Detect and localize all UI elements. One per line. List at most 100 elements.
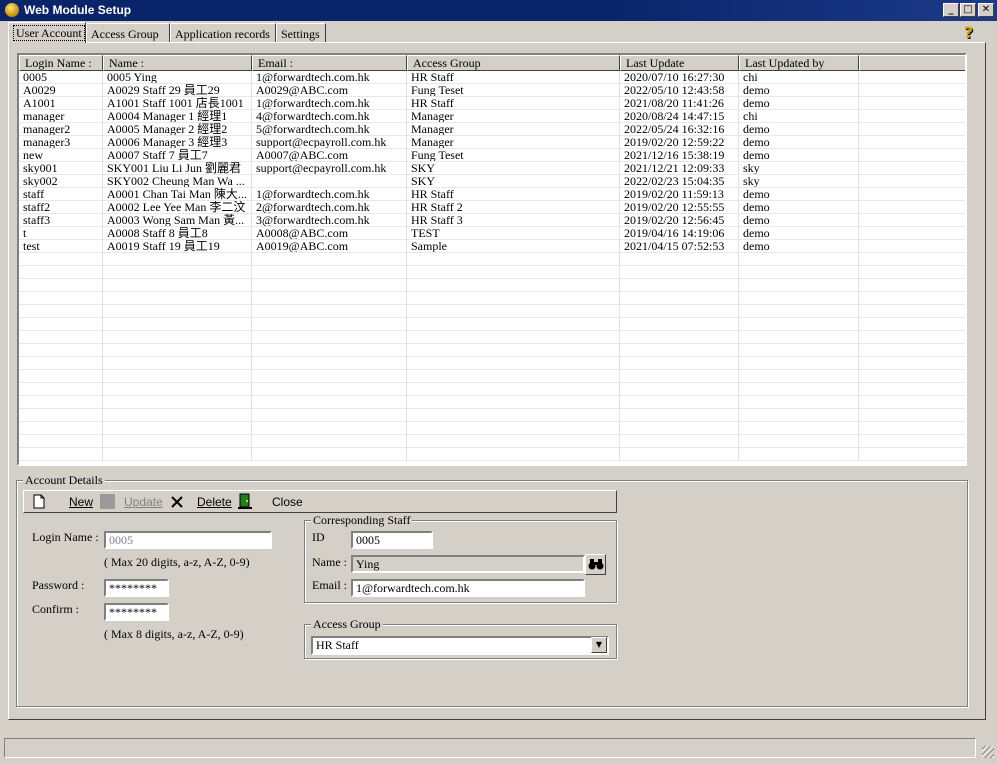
table-cell: 0005: [19, 71, 103, 84]
table-row[interactable]: staff A0001 Chan Tai Man 陳大... 1@forwardte…: [19, 188, 965, 201]
access-group-select[interactable]: HR Staff: [311, 636, 609, 655]
table-cell: [252, 175, 407, 188]
table-row[interactable]: new A0007 Staff 7 員工7 A0007@ABC.com Fung Te…: [19, 149, 965, 162]
empty-row: [19, 292, 965, 305]
table-cell: [19, 370, 103, 383]
table-row[interactable]: manager2 A0005 Manager 2 經理2 5@forwardtech…: [19, 123, 965, 136]
table-cell: [19, 266, 103, 279]
table-cell: [859, 97, 965, 110]
table-cell: [859, 422, 965, 435]
table-cell: 1@forwardtech.com.hk: [252, 71, 407, 84]
column-header[interactable]: Email :: [252, 55, 407, 71]
table-cell: new: [19, 149, 103, 162]
staff-email-label: Email :: [312, 578, 347, 592]
resize-grip[interactable]: [982, 746, 994, 758]
table-cell: [103, 292, 252, 305]
table-row[interactable]: staff3 A0003 Wong Sam Man 黃... 3@forwardte…: [19, 214, 965, 227]
table-cell: sky002: [19, 175, 103, 188]
staff-email-input[interactable]: 1@forwardtech.com.hk: [351, 579, 585, 597]
title-bar: Web Module Setup _ □ ✕: [0, 0, 997, 21]
table-cell: sky: [739, 175, 859, 188]
table-row[interactable]: sky002 SKY002 Cheung Man Wa ... SKY 2022/02…: [19, 175, 965, 188]
confirm-password-input[interactable]: ********: [104, 603, 169, 621]
table-cell: [252, 253, 407, 266]
login-name-hint: ( Max 20 digits, a-z, A-Z, 0-9): [104, 555, 250, 569]
column-header[interactable]: Access Group: [407, 55, 620, 71]
table-row[interactable]: manager3 A0006 Manager 3 經理3 support@ecpay…: [19, 136, 965, 149]
maximize-button[interactable]: □: [960, 3, 976, 17]
tab-settings[interactable]: Settings: [276, 23, 326, 42]
table-row[interactable]: sky001 SKY001 Liu Li Jun 劉麗君 support@ecpay…: [19, 162, 965, 175]
table-cell: 2021/12/21 12:09:33: [620, 162, 739, 175]
column-header[interactable]: Name :: [103, 55, 252, 71]
table-cell: [859, 240, 965, 253]
login-name-input[interactable]: 0005: [104, 531, 272, 549]
table-cell: demo: [739, 188, 859, 201]
table-row[interactable]: test A0019 Staff 19 員工19 A0019@ABC.com Samp…: [19, 240, 965, 253]
minimize-button[interactable]: _: [943, 3, 959, 17]
table-cell: 2022/05/10 12:43:58: [620, 84, 739, 97]
table-row[interactable]: manager A0004 Manager 1 經理1 4@forwardtech.…: [19, 110, 965, 123]
password-input[interactable]: ********: [104, 579, 169, 597]
details-toolbar: New Update Delete Close: [23, 490, 617, 513]
table-cell: [103, 396, 252, 409]
column-header[interactable]: Login Name :: [19, 55, 103, 71]
table-cell: [19, 422, 103, 435]
tab-user-account[interactable]: User Account: [8, 22, 86, 43]
table-cell: [739, 422, 859, 435]
close-button[interactable]: Close: [272, 495, 303, 509]
table-row[interactable]: t A0008 Staff 8 員工8 A0008@ABC.com TEST 2019/…: [19, 227, 965, 240]
table-row[interactable]: staff2 A0002 Lee Yee Man 李二汶 2@forwardtech…: [19, 201, 965, 214]
empty-row: [19, 331, 965, 344]
empty-row: [19, 383, 965, 396]
staff-name-label: Name :: [312, 555, 347, 569]
table-cell: [859, 318, 965, 331]
delete-button[interactable]: Delete: [197, 495, 232, 509]
table-cell: [859, 201, 965, 214]
table-cell: [252, 383, 407, 396]
user-account-grid[interactable]: Login Name : Name : Email : Access Group Las…: [17, 53, 967, 466]
table-cell: [859, 305, 965, 318]
table-cell: 1@forwardtech.com.hk: [252, 188, 407, 201]
table-cell: [19, 435, 103, 448]
column-header[interactable]: [859, 55, 965, 71]
table-cell: 3@forwardtech.com.hk: [252, 214, 407, 227]
table-cell: HR Staff: [407, 97, 620, 110]
window-title: Web Module Setup: [24, 3, 132, 17]
table-row[interactable]: A0029 A0029 Staff 29 員工29 A0029@ABC.com Fun…: [19, 84, 965, 97]
table-cell: [252, 266, 407, 279]
update-button[interactable]: Update: [124, 495, 163, 509]
table-cell: [407, 344, 620, 357]
new-document-icon[interactable]: [33, 494, 45, 509]
staff-id-input[interactable]: 0005: [351, 531, 433, 549]
column-header[interactable]: Last Update: [620, 55, 739, 71]
table-cell: A0029 Staff 29 員工29: [103, 84, 252, 97]
new-button[interactable]: New: [69, 495, 93, 509]
table-cell: HR Staff: [407, 188, 620, 201]
table-cell: Manager: [407, 123, 620, 136]
tab-application-records[interactable]: Application records: [170, 23, 276, 42]
table-cell: [859, 396, 965, 409]
close-window-button[interactable]: ✕: [978, 3, 994, 17]
column-header[interactable]: Last Updated by: [739, 55, 859, 71]
table-cell: A0029@ABC.com: [252, 84, 407, 97]
tab-access-group[interactable]: Access Group: [86, 23, 170, 42]
table-cell: [252, 331, 407, 344]
table-row[interactable]: 0005 0005 Ying 1@forwardtech.com.hk HR Staf…: [19, 71, 965, 84]
table-cell: staff: [19, 188, 103, 201]
table-cell: [739, 331, 859, 344]
table-cell: [859, 149, 965, 162]
table-cell: manager: [19, 110, 103, 123]
table-cell: [739, 292, 859, 305]
exit-door-icon[interactable]: [237, 493, 253, 510]
empty-row: [19, 318, 965, 331]
access-group-dropdown-button[interactable]: ▼: [591, 637, 607, 653]
table-row[interactable]: A1001 A1001 Staff 1001 店長1001 1@forwardtec…: [19, 97, 965, 110]
staff-search-button[interactable]: [585, 554, 606, 575]
empty-row: [19, 266, 965, 279]
delete-x-icon[interactable]: [170, 495, 184, 509]
table-cell: [103, 422, 252, 435]
help-icon[interactable]: ?: [964, 23, 978, 42]
table-cell: A0019 Staff 19 員工19: [103, 240, 252, 253]
table-cell: demo: [739, 240, 859, 253]
